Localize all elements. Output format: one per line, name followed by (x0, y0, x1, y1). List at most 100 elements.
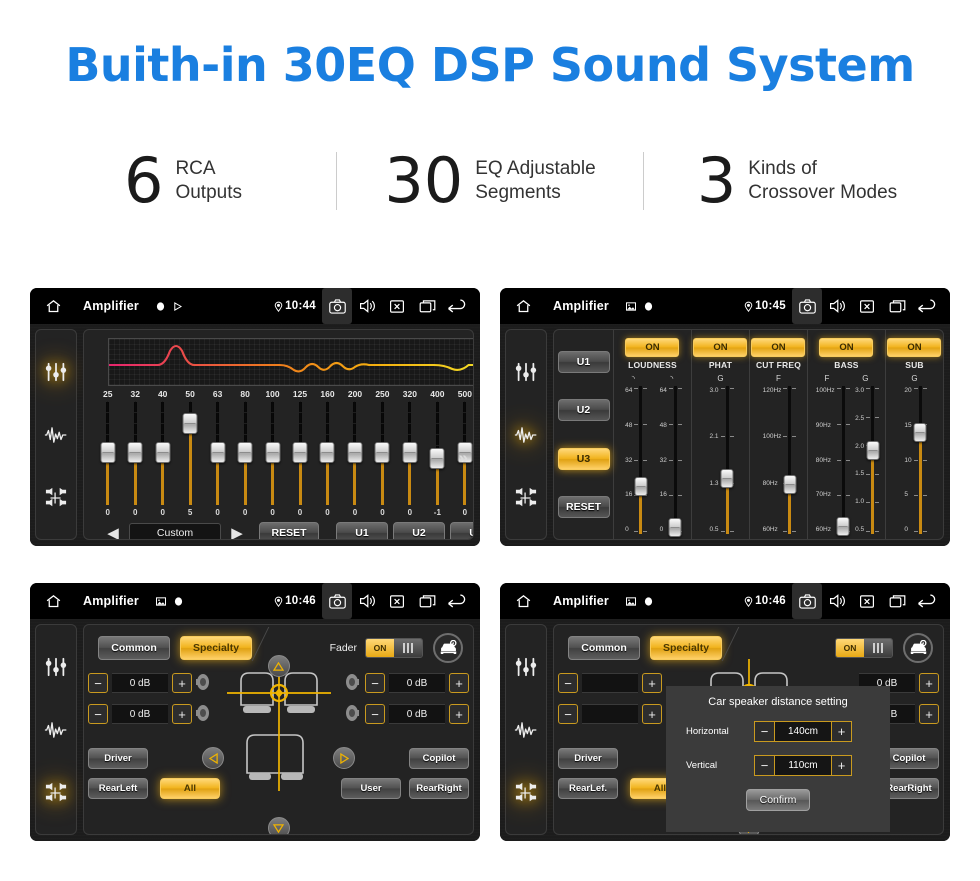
position-rearright-button[interactable]: RearRight (409, 778, 469, 799)
slider-knob[interactable] (374, 442, 390, 463)
effect-slider[interactable]: 3.0 2.1 1.3 0.5 (707, 386, 734, 534)
slider-knob[interactable] (100, 442, 116, 463)
eq-band-slider[interactable] (369, 401, 396, 505)
preset-u2-button[interactable]: U2 (557, 399, 610, 422)
recents-icon[interactable] (412, 293, 442, 319)
preset-u3-button[interactable]: U3 (557, 447, 610, 470)
slider-knob[interactable] (634, 476, 648, 496)
camera-icon[interactable] (322, 583, 352, 619)
slider-knob[interactable] (402, 442, 418, 463)
minus-button[interactable]: − (558, 673, 578, 693)
eq-band-slider[interactable] (259, 401, 286, 505)
slider-knob[interactable] (292, 442, 308, 463)
back-icon[interactable] (912, 293, 942, 319)
preset-next-button[interactable]: ▶ (226, 524, 248, 539)
eq-band-slider[interactable] (231, 401, 258, 505)
plus-button[interactable]: + (831, 755, 852, 776)
slider-knob[interactable] (182, 412, 198, 434)
preset-prev-button[interactable]: ◀ (102, 524, 124, 539)
eq-band-slider[interactable] (396, 401, 423, 505)
effect-slider[interactable]: 100Hz 90Hz 80Hz 70Hz 60Hz (814, 386, 850, 536)
waveform-icon[interactable] (42, 716, 70, 744)
toggle-phat[interactable]: ON (693, 338, 748, 357)
eq-band-slider[interactable] (314, 401, 341, 505)
minus-button[interactable]: − (754, 721, 775, 742)
balance-icon[interactable] (42, 779, 70, 807)
back-icon[interactable] (912, 588, 942, 614)
minus-button[interactable]: − (88, 704, 108, 724)
slider-knob[interactable] (720, 469, 734, 489)
toggle-cut-freq[interactable]: ON (751, 338, 806, 357)
eq-band-slider[interactable] (424, 401, 451, 505)
home-icon[interactable] (508, 588, 538, 614)
effect-slider[interactable]: 3.0 2.5 2.0 1.5 1.0 0.5 (853, 386, 880, 534)
eq-band-slider[interactable] (286, 401, 313, 505)
slider-knob[interactable] (210, 442, 226, 463)
effect-slider[interactable]: 20 15 10 5 0 (902, 386, 927, 534)
plus-button[interactable]: + (919, 704, 939, 724)
close-icon[interactable] (382, 293, 412, 319)
preset-u1-button[interactable]: U1 (336, 522, 388, 539)
position-rearleft-button[interactable]: RearLeft (88, 778, 148, 799)
reset-button[interactable]: RESET (557, 495, 610, 518)
slider-knob[interactable] (866, 441, 880, 461)
minus-button[interactable]: − (365, 673, 385, 693)
effect-slider[interactable]: 64 48 32 16 0 (623, 386, 648, 534)
minus-button[interactable]: − (558, 704, 578, 724)
plus-button[interactable]: + (172, 704, 192, 724)
recents-icon[interactable] (882, 588, 912, 614)
close-icon[interactable] (382, 588, 412, 614)
effect-slider[interactable]: 64 48 32 16 0 (658, 386, 682, 538)
slider-knob[interactable] (668, 518, 682, 538)
balance-icon[interactable] (42, 484, 70, 512)
preset-u2-button[interactable]: U2 (393, 522, 445, 539)
plus-button[interactable]: + (831, 721, 852, 742)
waveform-icon[interactable] (42, 421, 70, 449)
slider-knob[interactable] (237, 442, 253, 463)
position-driver-button[interactable]: Driver (88, 748, 148, 769)
preset-u3-button[interactable]: U3 (450, 522, 473, 539)
minus-button[interactable]: − (88, 673, 108, 693)
close-icon[interactable] (852, 293, 882, 319)
position-rearleft-button[interactable]: RearLef. (558, 778, 618, 799)
plus-button[interactable]: + (919, 673, 939, 693)
waveform-icon[interactable] (512, 716, 540, 744)
eq-band-slider[interactable] (176, 401, 203, 505)
close-icon[interactable] (852, 588, 882, 614)
plus-button[interactable]: + (642, 673, 662, 693)
equalizer-icon[interactable] (42, 358, 70, 386)
tab-common[interactable]: Common (98, 636, 170, 660)
position-user-button[interactable]: User (341, 778, 401, 799)
volume-icon[interactable] (822, 588, 852, 614)
slider-knob[interactable] (319, 442, 335, 463)
balance-icon[interactable] (512, 779, 540, 807)
preset-name-display[interactable]: Custom (129, 523, 221, 539)
tab-common[interactable]: Common (568, 636, 640, 660)
toggle-sub[interactable]: ON (887, 338, 942, 357)
plus-button[interactable]: + (449, 704, 469, 724)
nav-down-button[interactable] (267, 817, 290, 834)
equalizer-icon[interactable] (512, 653, 540, 681)
home-icon[interactable] (508, 293, 538, 319)
fader-toggle[interactable]: ON (835, 638, 893, 658)
slider-knob[interactable] (913, 423, 927, 443)
equalizer-icon[interactable] (42, 653, 70, 681)
back-icon[interactable] (442, 293, 472, 319)
plus-button[interactable]: + (642, 704, 662, 724)
minus-button[interactable]: − (754, 755, 775, 776)
home-icon[interactable] (38, 293, 68, 319)
position-driver-button[interactable]: Driver (558, 748, 618, 769)
volume-icon[interactable] (822, 293, 852, 319)
preset-u1-button[interactable]: U1 (557, 351, 610, 374)
balance-icon[interactable] (512, 484, 540, 512)
slider-knob[interactable] (836, 516, 850, 536)
camera-icon[interactable] (792, 583, 822, 619)
equalizer-icon[interactable] (512, 358, 540, 386)
reset-button[interactable]: RESET (259, 522, 319, 539)
recents-icon[interactable] (882, 293, 912, 319)
slider-knob[interactable] (783, 475, 797, 495)
waveform-icon[interactable] (512, 421, 540, 449)
slider-knob[interactable] (429, 448, 445, 470)
slider-knob[interactable] (127, 442, 143, 463)
effect-slider[interactable]: 120Hz 100Hz 80Hz 60Hz (761, 386, 797, 534)
